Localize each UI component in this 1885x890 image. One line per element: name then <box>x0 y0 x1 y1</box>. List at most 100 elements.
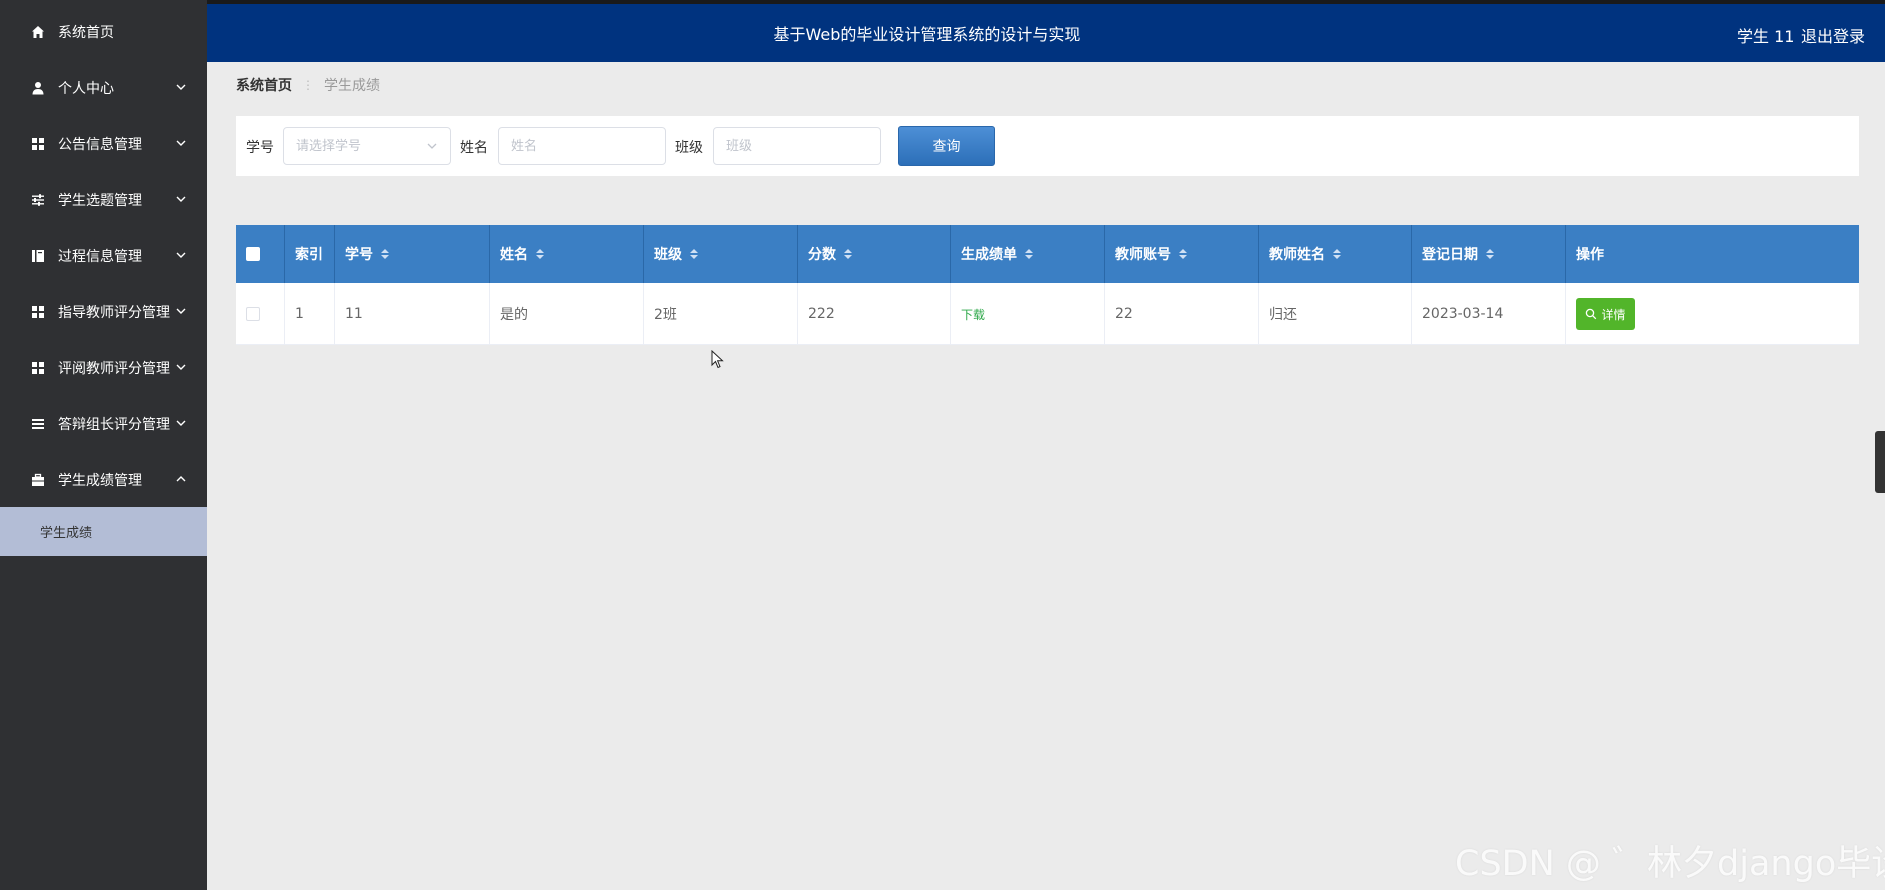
cell-jiaoshi-zhanghao: 22 <box>1105 283 1259 345</box>
watermark: CSDN @ ゛林夕django毕设 <box>1455 844 1885 884</box>
sidebar-item-label: 个人中心 <box>58 81 114 97</box>
detail-button[interactable]: 详情 <box>1576 298 1635 330</box>
sidebar-item-label: 学生选题管理 <box>58 193 142 209</box>
sidebar-item-label: 指导教师评分管理 <box>58 305 170 321</box>
sidebar-item-topic[interactable]: 学生选题管理 <box>0 172 207 228</box>
sidebar-item-personal[interactable]: 个人中心 <box>0 60 207 116</box>
header-xingming[interactable]: 姓名 <box>490 225 644 283</box>
row-checkbox[interactable] <box>246 307 260 321</box>
header-index: 索引 <box>285 225 335 283</box>
home-icon <box>30 24 46 40</box>
chevron-down-icon <box>176 308 186 314</box>
sidebar-item-label: 学生成绩管理 <box>58 473 142 489</box>
sidebar-item-process[interactable]: 过程信息管理 <box>0 228 207 284</box>
header-label: 教师姓名 <box>1269 247 1325 263</box>
chevron-down-icon <box>176 84 186 90</box>
cell-fenshu: 222 <box>798 283 951 345</box>
cell-index: 1 <box>285 283 335 345</box>
header-riqi[interactable]: 登记日期 <box>1412 225 1566 283</box>
chevron-down-icon <box>176 252 186 258</box>
header-action: 操作 <box>1566 225 1859 283</box>
sidebar-item-reviewer-score[interactable]: 评阅教师评分管理 <box>0 340 207 396</box>
briefcase-icon <box>30 472 46 488</box>
sidebar: 系统首页 个人中心 公告信息管理 学生选题管理 过程信息管理 指导教师评分管理 <box>0 0 207 890</box>
header-label: 班级 <box>654 247 682 263</box>
header-jiaoshi-xingming[interactable]: 教师姓名 <box>1259 225 1412 283</box>
table-header: 索引 学号 姓名 班级 分数 生成绩单 教师账号 教师姓名 登记日期 操作 <box>236 225 1859 283</box>
header-banji[interactable]: 班级 <box>644 225 798 283</box>
cell-xingming: 是的 <box>490 283 644 345</box>
sidebar-item-label: 公告信息管理 <box>58 137 142 153</box>
chevron-down-icon <box>176 420 186 426</box>
breadcrumb-home[interactable]: 系统首页 <box>236 75 292 95</box>
cell-jiaoshi-xingming: 归还 <box>1259 283 1412 345</box>
header-jiaoshi-zhanghao[interactable]: 教师账号 <box>1105 225 1259 283</box>
sidebar-item-label: 过程信息管理 <box>58 249 142 265</box>
sidebar-item-grades[interactable]: 学生成绩管理 <box>0 452 207 508</box>
cell-chengjidan: 下载 <box>951 283 1105 345</box>
sort-icon[interactable] <box>536 249 544 259</box>
sidebar-item-defense-score[interactable]: 答辩组长评分管理 <box>0 396 207 452</box>
list-icon <box>30 416 46 432</box>
sort-icon[interactable] <box>1179 249 1187 259</box>
header-label: 分数 <box>808 247 836 263</box>
user-icon <box>30 80 46 96</box>
header-label: 学号 <box>345 247 373 263</box>
current-user: 学生 11 <box>1737 27 1795 46</box>
select-all-checkbox[interactable] <box>246 247 260 261</box>
sort-icon[interactable] <box>1486 249 1494 259</box>
cell-riqi: 2023-03-14 <box>1412 283 1566 345</box>
header-label: 生成绩单 <box>961 247 1017 263</box>
banji-label: 班级 <box>675 140 703 156</box>
chevron-down-icon <box>176 364 186 370</box>
sort-icon[interactable] <box>1333 249 1341 259</box>
header-label: 操作 <box>1576 247 1604 263</box>
row-select[interactable] <box>236 283 285 345</box>
app-title: 基于Web的毕业设计管理系统的设计与实现 <box>773 25 1081 44</box>
query-button[interactable]: 查询 <box>898 126 995 166</box>
sidebar-item-label: 评阅教师评分管理 <box>58 361 170 377</box>
sliders-icon <box>30 192 46 208</box>
detail-button-label: 详情 <box>1601 307 1626 322</box>
header-label: 索引 <box>295 247 323 263</box>
sort-icon[interactable] <box>1025 249 1033 259</box>
xingming-label: 姓名 <box>460 140 488 156</box>
xuehao-select[interactable] <box>283 116 451 176</box>
breadcrumb-current: 学生成绩 <box>324 78 380 94</box>
chevron-down-icon <box>176 196 186 202</box>
sidebar-item-advisor-score[interactable]: 指导教师评分管理 <box>0 284 207 340</box>
mouse-cursor-icon <box>711 350 724 369</box>
side-scroll-tab[interactable] <box>1875 431 1885 493</box>
breadcrumb-separator: ⋮ <box>302 78 314 92</box>
sidebar-subitem-label: 学生成绩 <box>40 526 93 541</box>
header-chengjidan[interactable]: 生成绩单 <box>951 225 1105 283</box>
grades-table: 索引 学号 姓名 班级 分数 生成绩单 教师账号 教师姓名 登记日期 操作 1 … <box>236 225 1859 345</box>
header-label: 登记日期 <box>1422 247 1478 263</box>
xuehao-label: 学号 <box>246 140 274 156</box>
header-select-all[interactable] <box>236 225 285 283</box>
sidebar-item-notice[interactable]: 公告信息管理 <box>0 116 207 172</box>
sidebar-item-label: 答辩组长评分管理 <box>58 417 170 433</box>
download-link[interactable]: 下载 <box>961 306 985 323</box>
sidebar-item-label: 系统首页 <box>58 25 114 41</box>
cell-banji: 2班 <box>644 283 798 345</box>
chevron-up-icon <box>176 476 186 482</box>
chevron-down-icon <box>176 140 186 146</box>
header-fenshu[interactable]: 分数 <box>798 225 951 283</box>
grid-icon <box>30 136 46 152</box>
logout-link[interactable]: 退出登录 <box>1801 23 1865 47</box>
sort-icon[interactable] <box>381 249 389 259</box>
breadcrumb: 系统首页 ⋮ 学生成绩 <box>236 75 380 95</box>
sort-icon[interactable] <box>844 249 852 259</box>
cell-action: 详情 <box>1566 283 1859 345</box>
xingming-input[interactable] <box>498 127 666 165</box>
cell-xuehao: 11 <box>335 283 490 345</box>
header-xuehao[interactable]: 学号 <box>335 225 490 283</box>
sidebar-subitem-student-grades[interactable]: 学生成绩 <box>0 507 207 556</box>
search-icon <box>1586 308 1597 320</box>
sidebar-item-home[interactable]: 系统首页 <box>0 4 207 60</box>
header-label: 姓名 <box>500 247 528 263</box>
sort-icon[interactable] <box>690 249 698 259</box>
grid-icon <box>30 304 46 320</box>
banji-input[interactable] <box>713 127 881 165</box>
